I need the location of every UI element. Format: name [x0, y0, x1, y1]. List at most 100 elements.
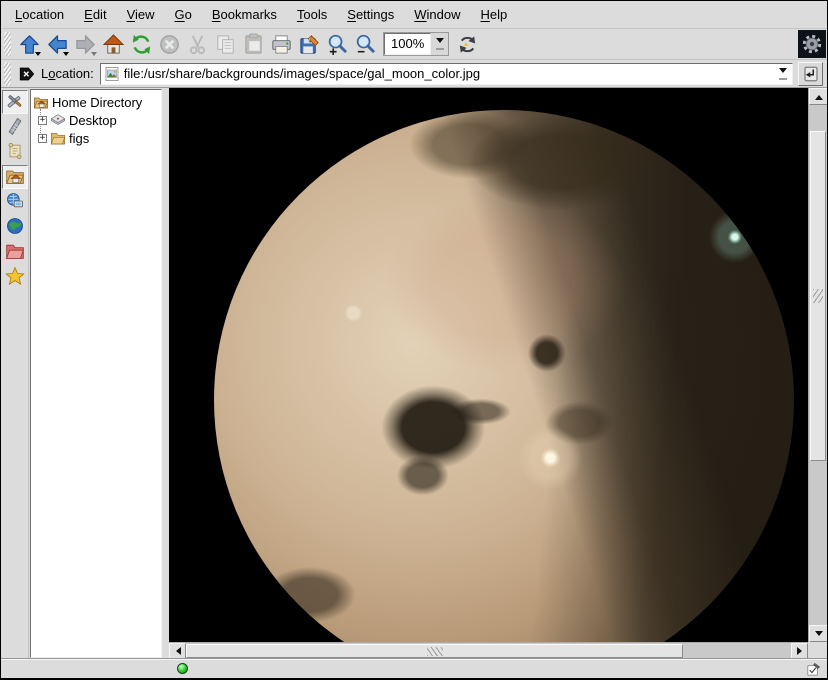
konqueror-gear-logo[interactable] — [798, 30, 826, 58]
reload-button[interactable] — [127, 30, 155, 58]
menu-accel: S — [347, 7, 356, 22]
menu-accel: H — [481, 7, 490, 22]
stop-button[interactable] — [155, 30, 183, 58]
arrow-up-icon — [815, 91, 823, 100]
sidebar-tab-network[interactable] — [2, 190, 28, 214]
save-as-button[interactable] — [295, 30, 323, 58]
cut-icon — [186, 33, 209, 56]
folder-icon — [50, 130, 66, 146]
menu-item-help[interactable]: Help — [471, 3, 518, 26]
star-icon — [5, 266, 25, 289]
arrow-right-icon — [797, 647, 806, 655]
back-button[interactable] — [43, 30, 71, 58]
go-button[interactable] — [798, 62, 823, 86]
dropdown-arrow-icon — [63, 52, 69, 56]
vertical-scrollbar[interactable] — [808, 88, 827, 642]
sidebar-tab-bookmarks[interactable] — [2, 265, 28, 289]
chevron-down-icon — [436, 38, 444, 47]
print-button[interactable] — [267, 30, 295, 58]
toolbar-buttons: 100% — [15, 30, 481, 58]
menu-rest: elp — [490, 7, 507, 22]
rotate-icon — [456, 33, 479, 56]
menu-rest: o — [185, 7, 192, 22]
sidebar-tab-history[interactable] — [2, 140, 28, 164]
image-viewport — [169, 88, 808, 642]
bookmark-gray-icon — [5, 116, 25, 139]
panel-splitter[interactable] — [162, 88, 169, 659]
menu-item-window[interactable]: Window — [404, 3, 470, 26]
menu-item-settings[interactable]: Settings — [337, 3, 404, 26]
dropdown-arrow-icon — [91, 52, 97, 56]
toolbar-handle[interactable] — [4, 32, 11, 56]
rotate-button[interactable] — [453, 30, 481, 58]
gear-icon — [801, 33, 823, 55]
location-label: Location: — [41, 66, 94, 81]
status-bar — [1, 659, 827, 678]
home-button[interactable] — [99, 30, 127, 58]
menu-item-bookmarks[interactable]: Bookmarks — [202, 3, 287, 26]
menu-rest: ocation — [22, 7, 64, 22]
scroll-icon — [5, 141, 25, 164]
tree-item-label: figs — [69, 131, 89, 146]
check-pen-icon — [806, 662, 821, 677]
zoom-level-combobox[interactable]: 100% — [383, 32, 449, 56]
sidebar-tab-bookmark[interactable] — [2, 115, 28, 139]
zoom-out-button[interactable] — [351, 30, 379, 58]
zoom-in-icon — [326, 33, 349, 56]
sidebar-tab-web[interactable] — [2, 215, 28, 239]
main-area: Home Directory + Desktop + figs — [1, 88, 827, 659]
scroll-up-button[interactable] — [809, 88, 827, 105]
menu-accel: E — [84, 7, 93, 22]
menu-rest: ookmarks — [221, 7, 277, 22]
paste-button[interactable] — [239, 30, 267, 58]
tree-expander[interactable]: + — [38, 116, 47, 125]
location-dropdown-arrow[interactable] — [774, 64, 792, 84]
folder-red-icon — [5, 241, 25, 264]
zoom-out-icon — [354, 33, 377, 56]
tree-item-desktop[interactable]: + Desktop — [33, 111, 161, 129]
go-icon — [802, 65, 820, 83]
vertical-scrollbar-thumb[interactable] — [810, 131, 826, 461]
sidebar-tab-root-folder[interactable] — [2, 240, 28, 264]
location-toolbar: Location: — [1, 60, 827, 88]
paste-icon — [242, 33, 265, 56]
dropdown-arrow-icon — [35, 52, 41, 56]
up-button[interactable] — [15, 30, 43, 58]
menu-item-go[interactable]: Go — [165, 3, 202, 26]
chevron-down-icon — [779, 68, 787, 77]
sidebar-tab-home-folder[interactable] — [2, 165, 28, 189]
location-combobox[interactable] — [100, 63, 793, 85]
menu-item-location[interactable]: Location — [5, 3, 74, 26]
menu-accel: B — [212, 7, 221, 22]
location-input[interactable] — [124, 65, 774, 83]
locationbar-handle[interactable] — [4, 62, 11, 86]
tree-item-label: Desktop — [69, 113, 117, 128]
menu-item-edit[interactable]: Edit — [74, 3, 116, 26]
copy-button[interactable] — [211, 30, 239, 58]
home-icon — [102, 33, 125, 56]
erase-icon — [18, 65, 36, 83]
tree-item-home-directory[interactable]: Home Directory — [33, 93, 161, 111]
zoom-combo-arrow[interactable] — [431, 33, 448, 55]
tree-item-figs[interactable]: + figs — [33, 129, 161, 147]
menu-accel: V — [127, 7, 135, 22]
scroll-down-button[interactable] — [809, 625, 827, 642]
link-view-indicator-icon[interactable] — [806, 662, 821, 677]
clear-location-button[interactable] — [15, 62, 39, 86]
globe-icon — [5, 216, 25, 239]
scroll-right-button[interactable] — [791, 643, 808, 659]
menu-item-view[interactable]: View — [117, 3, 165, 26]
tree-expander[interactable]: + — [38, 134, 47, 143]
menu-item-tools[interactable]: Tools — [287, 3, 337, 26]
folder-tree-panel: Home Directory + Desktop + figs — [30, 89, 162, 658]
forward-button[interactable] — [71, 30, 99, 58]
sidebar-tab-tools[interactable] — [2, 90, 28, 114]
horizontal-scrollbar[interactable] — [169, 642, 808, 659]
zoom-in-button[interactable] — [323, 30, 351, 58]
cut-button[interactable] — [183, 30, 211, 58]
image-file-icon — [104, 66, 120, 82]
scroll-left-button[interactable] — [169, 643, 186, 659]
moon-image — [214, 110, 794, 642]
horizontal-scrollbar-thumb[interactable] — [186, 644, 683, 658]
scrollbar-corner — [808, 642, 827, 659]
